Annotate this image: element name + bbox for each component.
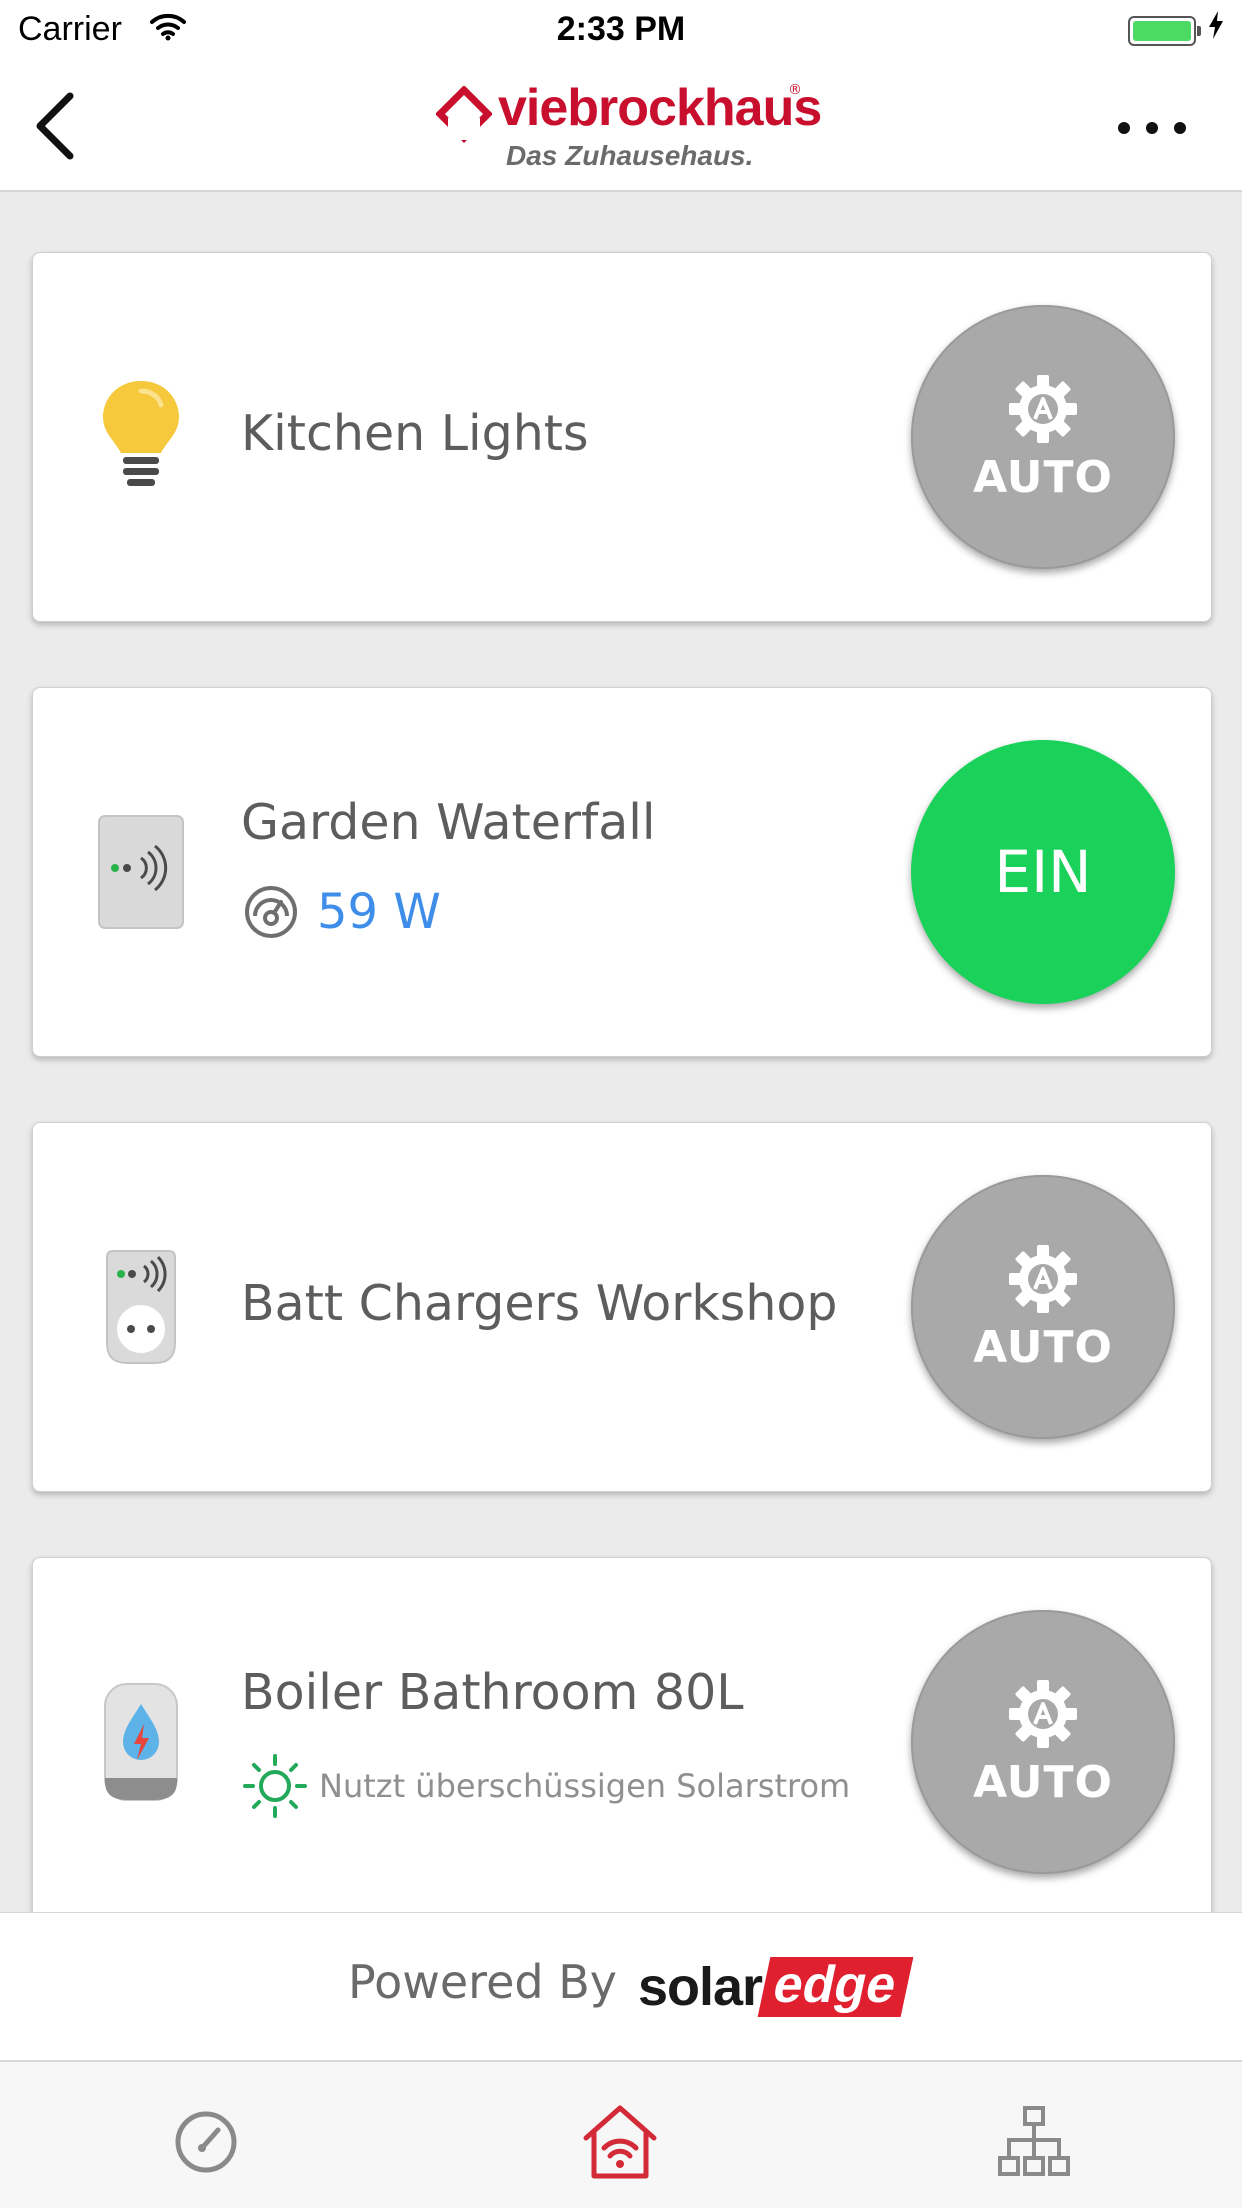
auto-mode-button[interactable]: AUTO (911, 305, 1175, 569)
auto-mode-button[interactable]: AUTO (911, 1610, 1175, 1874)
device-card-boiler-bathroom[interactable]: Boiler Bathroom 80L Nutzt überschüssigen… (32, 1557, 1212, 1927)
status-bar: Carrier 2:33 PM (0, 0, 1242, 60)
mode-label: AUTO (973, 1756, 1113, 1808)
battery-icon (1128, 16, 1201, 46)
solar-status-text: Nutzt überschüssigen Solarstrom (319, 1767, 851, 1805)
mode-label: EIN (994, 838, 1092, 906)
powered-by-label: Powered By (348, 1955, 617, 2009)
device-name: Batt Chargers Workshop (241, 1275, 838, 1332)
mode-label: AUTO (973, 451, 1113, 503)
tab-layout[interactable] (994, 2102, 1074, 2182)
tab-bar (0, 2060, 1242, 2208)
smart-home-icon (583, 2105, 657, 2179)
solar-status: Nutzt überschüssigen Solarstrom (243, 1754, 850, 1818)
network-layout-icon (998, 2106, 1070, 2176)
smart-plug-icon (91, 1247, 191, 1367)
more-button[interactable] (1112, 108, 1192, 148)
viebrockhaus-logo: viebrockhaus ® Das Zuhausehaus. (432, 76, 822, 186)
device-name: Garden Waterfall (241, 794, 656, 851)
charging-icon (1208, 10, 1224, 48)
dashboard-gauge-icon (175, 2111, 237, 2173)
tab-dashboard[interactable] (166, 2102, 246, 2182)
logo-registered: ® (788, 82, 802, 98)
power-meter-icon (245, 886, 297, 938)
house-diamond-icon (436, 86, 492, 143)
device-name: Kitchen Lights (241, 405, 589, 462)
device-card-batt-chargers-workshop[interactable]: Batt Chargers Workshop AUTO (32, 1122, 1212, 1492)
device-card-kitchen-lights[interactable]: Kitchen Lights AUTO (32, 252, 1212, 622)
chevron-left-icon (36, 92, 74, 160)
solaredge-solar-text: solar (638, 1957, 763, 2017)
sun-icon (243, 1754, 307, 1818)
lightbulb-icon (91, 377, 191, 497)
navigation-bar: viebrockhaus ® Das Zuhausehaus. (0, 60, 1242, 192)
device-name: Boiler Bathroom 80L (241, 1664, 744, 1721)
auto-gear-icon (1009, 1244, 1077, 1313)
logo-tagline: Das Zuhausehaus. (506, 140, 754, 171)
auto-mode-button[interactable]: AUTO (911, 1175, 1175, 1439)
device-card-garden-waterfall[interactable]: Garden Waterfall 59 W EIN (32, 687, 1212, 1057)
power-value: 59 W (317, 884, 441, 940)
back-button[interactable] (28, 90, 88, 162)
auto-gear-icon (1009, 374, 1077, 443)
more-dots-icon (1118, 122, 1186, 134)
on-mode-button[interactable]: EIN (911, 740, 1175, 1004)
water-heater-icon (91, 1682, 191, 1802)
solaredge-logo: solar edge (638, 1956, 914, 2017)
smart-relay-icon (91, 812, 191, 932)
clock: 2:33 PM (556, 10, 686, 48)
solaredge-edge-text: edge (757, 1956, 914, 2017)
powered-by-footer: Powered By solar edge (0, 1912, 1242, 2060)
mode-label: AUTO (973, 1321, 1113, 1373)
power-readout: 59 W (243, 884, 441, 940)
tab-smart-home[interactable] (580, 2102, 660, 2182)
logo-name: viebrockhaus (498, 79, 822, 137)
auto-gear-icon (1009, 1679, 1077, 1748)
